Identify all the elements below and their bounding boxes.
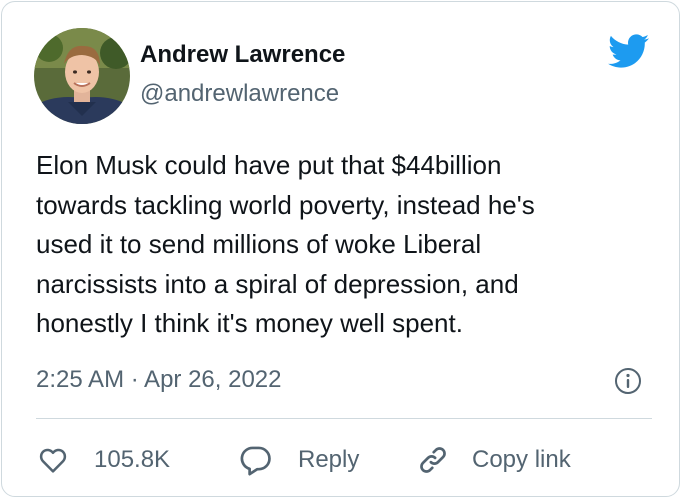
avatar[interactable]	[34, 28, 130, 124]
copy-link-label: Copy link	[472, 446, 571, 473]
heart-icon	[39, 448, 67, 473]
tweet-text-line: towards tackling world poverty, instead …	[36, 189, 535, 220]
link-icon	[420, 447, 446, 473]
tweet-timestamp[interactable]: 2:25 AM · Apr 26, 2022	[36, 365, 282, 395]
tweet-text-line: honestly I think it's money well spent.	[36, 308, 463, 338]
info-icon[interactable]	[613, 366, 643, 396]
profile-photo	[34, 28, 130, 124]
user-handle[interactable]: @andrewlawrence	[140, 79, 339, 109]
like-count: 105.8K	[94, 446, 171, 473]
tweet-text-line: used it to send millions of woke Liberal	[36, 229, 482, 259]
twitter-bird-icon[interactable]	[606, 33, 650, 69]
copy-link-button[interactable]: Copy link	[416, 438, 571, 482]
tweet-text-line: Elon Musk could have put that $44billion	[36, 150, 502, 180]
tweet-text-line: narcissists into a spiral of depression,…	[36, 268, 519, 299]
display-name[interactable]: Andrew Lawrence	[140, 40, 345, 70]
divider	[36, 418, 652, 419]
like-button[interactable]: 105.8K	[36, 438, 170, 482]
reply-bubble-icon	[240, 446, 271, 476]
tweet-text: Elon Musk could have put that $44billion…	[36, 146, 656, 344]
reply-button[interactable]: Reply	[238, 438, 359, 482]
reply-label: Reply	[298, 446, 360, 473]
tweet-card: Andrew Lawrence @andrewlawrence Elon Mus…	[1, 1, 680, 497]
